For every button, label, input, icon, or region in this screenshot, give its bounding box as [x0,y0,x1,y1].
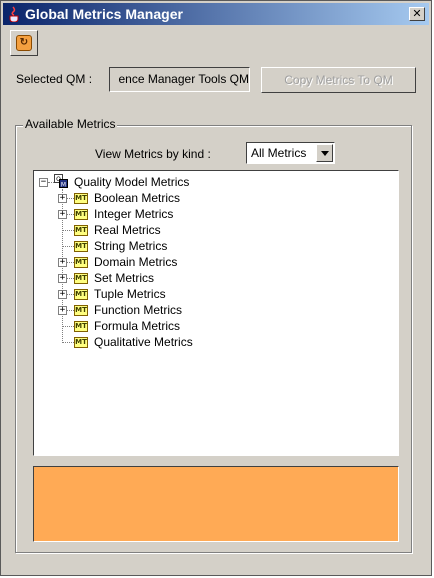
tree-item-label[interactable]: Qualitative Metrics [94,334,193,350]
metric-type-icon: MT [74,193,88,204]
collapse-toggle[interactable]: − [39,178,48,187]
tree-item-label[interactable]: Integer Metrics [94,206,173,222]
expand-toggle[interactable]: + [58,258,67,267]
selected-qm-label: Selected QM : [16,72,93,86]
tree-item-label[interactable]: Formula Metrics [94,318,180,334]
tree-item[interactable]: + MT Domain Metrics [34,254,398,270]
global-metrics-manager-window: Global Metrics Manager ✕ ↻ Selected QM :… [0,0,432,576]
metric-type-icon: MT [74,257,88,268]
metric-type-icon: MT [74,289,88,300]
expand-toggle[interactable]: + [58,290,67,299]
tree-item-label[interactable]: Tuple Metrics [94,286,166,302]
tree-item[interactable]: MT String Metrics [34,238,398,254]
tree-item[interactable]: MT Qualitative Metrics [34,334,398,350]
selected-qm-field[interactable]: ence Manager Tools QM [109,67,250,92]
svg-text:Q: Q [56,176,61,183]
copy-metrics-button[interactable]: Copy Metrics To QM [261,67,416,93]
tree-item[interactable]: + MT Function Metrics [34,302,398,318]
expand-toggle[interactable]: + [58,274,67,283]
tree-item[interactable]: + MT Boolean Metrics [34,190,398,206]
available-metrics-title: Available Metrics [23,117,118,131]
metric-type-icon: MT [74,225,88,236]
selected-qm-value: ence Manager Tools QM [118,72,249,86]
chevron-down-icon[interactable] [316,144,333,162]
expand-toggle[interactable]: + [58,210,67,219]
refresh-icon: ↻ [16,35,32,51]
tree-item[interactable]: + MT Tuple Metrics [34,286,398,302]
metric-type-icon: MT [74,305,88,316]
close-icon: ✕ [412,7,422,20]
view-by-kind-label: View Metrics by kind : [95,147,211,161]
quality-model-icon: M Q [54,174,68,188]
expand-toggle[interactable]: + [58,194,67,203]
metric-kind-select[interactable]: All Metrics [246,142,335,164]
metric-type-icon: MT [74,321,88,332]
close-button[interactable]: ✕ [409,7,425,21]
tree-root-label[interactable]: Quality Model Metrics [74,174,189,190]
tree-item-label[interactable]: Boolean Metrics [94,190,180,206]
java-cup-icon [9,6,19,22]
tree-item-label[interactable]: String Metrics [94,238,167,254]
metrics-tree[interactable]: − M Q Quality Model Metrics + MT Boolean M… [33,170,399,456]
tree-item[interactable]: + MT Integer Metrics [34,206,398,222]
expand-toggle[interactable]: + [58,306,67,315]
tree-item-label[interactable]: Domain Metrics [94,254,177,270]
window-title: Global Metrics Manager [25,6,183,22]
tree-item[interactable]: + MT Set Metrics [34,270,398,286]
title-bar[interactable]: Global Metrics Manager ✕ [3,3,429,25]
metric-type-icon: MT [74,241,88,252]
svg-text:M: M [61,182,66,189]
refresh-button[interactable]: ↻ [10,30,38,56]
tree-item[interactable]: MT Formula Metrics [34,318,398,334]
metric-type-icon: MT [74,209,88,220]
tree-item-label[interactable]: Set Metrics [94,270,154,286]
tree-item-label[interactable]: Function Metrics [94,302,182,318]
metric-type-icon: MT [74,337,88,348]
tree-item[interactable]: MT Real Metrics [34,222,398,238]
info-panel [33,466,399,542]
metric-kind-value: All Metrics [251,146,307,160]
tree-item-label[interactable]: Real Metrics [94,222,161,238]
metric-type-icon: MT [74,273,88,284]
